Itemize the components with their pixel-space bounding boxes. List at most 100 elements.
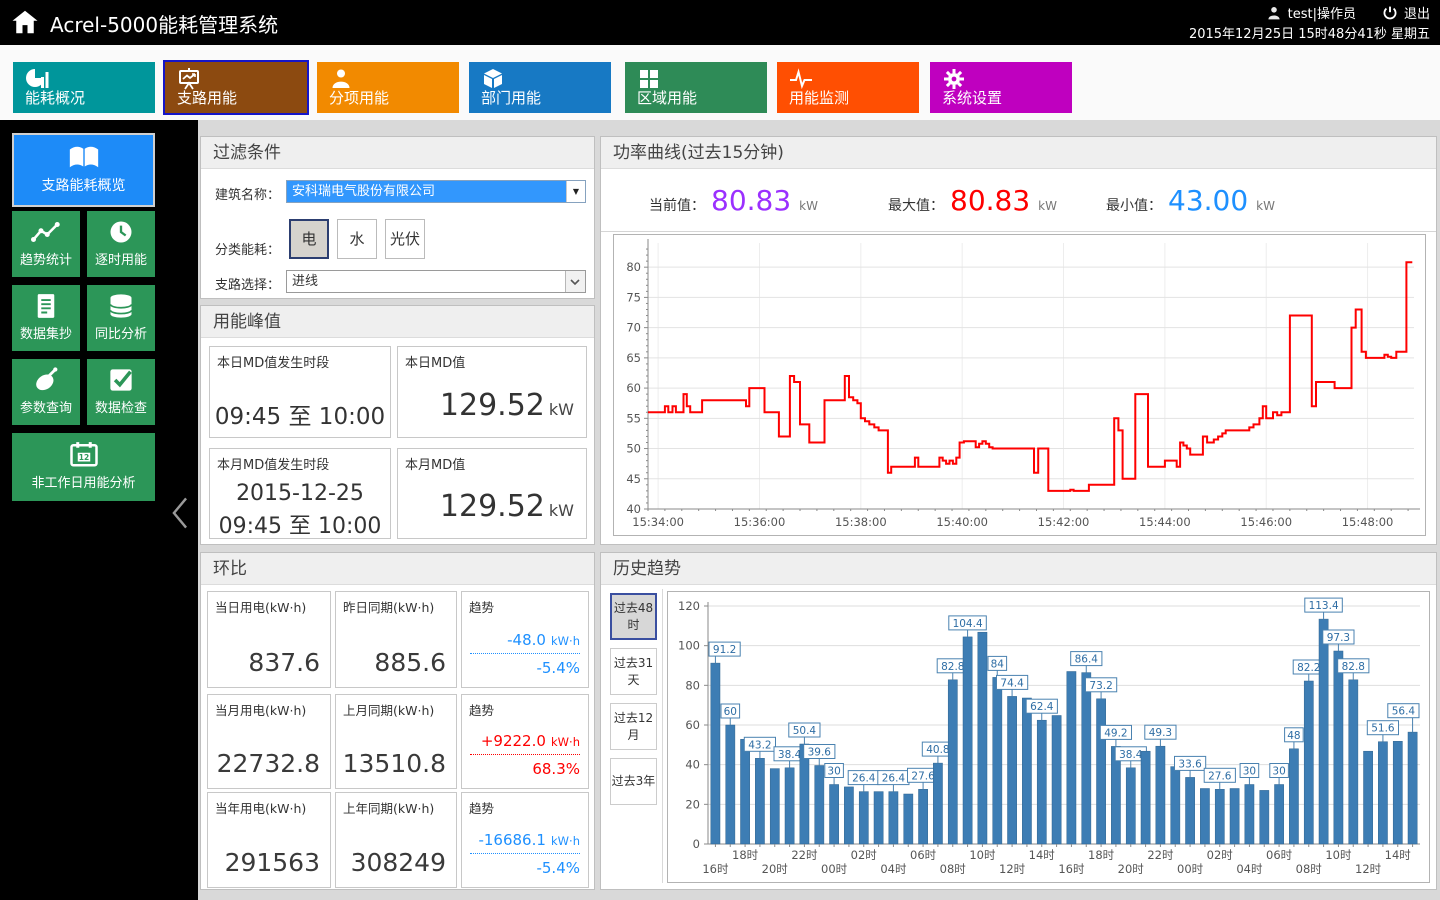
svg-text:40: 40 (626, 502, 641, 516)
branch-select[interactable]: 进线 (286, 270, 586, 293)
tab-subentry-energy[interactable]: 分项用能 (317, 62, 459, 113)
datetime-display: 2015年12月25日 15时48分41秒 星期五 (1189, 23, 1430, 42)
power-stats-row: 当前值： 80.83 kW 最大值： 80.83 kW 最小值： 43.00 k… (601, 170, 1436, 232)
svg-text:70: 70 (626, 321, 641, 335)
trend-label: 趋势 (469, 700, 494, 719)
trend-unit: kW·h (551, 735, 580, 749)
month-md-value-card: 本月MD值 129.52kW (397, 448, 587, 539)
sidebar-item-hourly-energy[interactable]: 逐时用能 (87, 211, 155, 277)
trend-value: -48.0 (507, 631, 546, 649)
svg-text:60: 60 (724, 706, 737, 718)
collapse-sidebar-chevron[interactable] (168, 496, 192, 530)
energy-type-electric-button[interactable]: 电 (289, 219, 329, 259)
day-md-value: 129.52 (440, 388, 545, 423)
svg-text:06时: 06时 (1266, 848, 1293, 862)
svg-text:80: 80 (685, 678, 700, 692)
max-value: 80.83 (950, 184, 1030, 217)
trend-value: +9222.0 (481, 732, 546, 750)
building-dropdown-arrow-icon[interactable]: ▼ (566, 181, 585, 202)
svg-text:22时: 22时 (1147, 848, 1174, 862)
sidebar-item-nonworkday-analysis[interactable]: 12 非工作日用能分析 (12, 433, 155, 501)
trend-card: 趋势-16686.1 kW·h-5.4% (461, 792, 589, 888)
sidebar-item-data-collection[interactable]: 数据集抄 (12, 285, 80, 351)
tab-past-12m[interactable]: 过去12月 (610, 703, 657, 750)
clock-icon (107, 219, 135, 245)
svg-text:16时: 16时 (1058, 862, 1085, 876)
svg-text:60: 60 (685, 718, 700, 732)
svg-text:55: 55 (626, 411, 641, 425)
peak-panel-title: 用能峰值 (201, 306, 594, 338)
svg-text:15:48:00: 15:48:00 (1342, 515, 1394, 529)
user-icon (1266, 5, 1282, 21)
sidebar-item-yoy-analysis[interactable]: 同比分析 (87, 285, 155, 351)
tab-energy-overview[interactable]: 能耗概况 (13, 62, 155, 113)
svg-text:50: 50 (626, 442, 641, 456)
svg-text:26.4: 26.4 (852, 773, 876, 785)
month-md-value: 129.52 (440, 489, 545, 524)
svg-text:65: 65 (626, 351, 641, 365)
energy-type-water-button[interactable]: 水 (337, 219, 377, 259)
tab-area-energy[interactable]: 区域用能 (625, 62, 767, 113)
svg-text:14时: 14时 (1029, 848, 1056, 862)
building-name-combobox[interactable]: 安科瑞电气股份有限公司 ▼ (286, 180, 586, 203)
logout-button[interactable]: 退出 (1404, 3, 1430, 22)
svg-text:16时: 16时 (702, 862, 729, 876)
home-icon[interactable] (10, 7, 40, 37)
main-nav: 能耗概况 支路用能 分项用能 部门用能 (0, 45, 1440, 120)
trend-percent: -5.4% (470, 659, 580, 677)
sidebar-item-parameter-query[interactable]: 参数查询 (12, 359, 80, 425)
svg-text:15:44:00: 15:44:00 (1139, 515, 1191, 529)
usage-card: 当年用电(kW·h)291563 (207, 792, 331, 888)
svg-text:30: 30 (1272, 766, 1285, 778)
day-md-period-label: 本日MD值发生时段 (217, 352, 329, 371)
svg-text:15:38:00: 15:38:00 (835, 515, 887, 529)
svg-text:02时: 02时 (1207, 848, 1234, 862)
tab-system-settings[interactable]: 系统设置 (930, 62, 1072, 113)
svg-text:10时: 10时 (969, 848, 996, 862)
tab-department-energy[interactable]: 部门用能 (469, 62, 611, 113)
svg-text:50.4: 50.4 (793, 725, 817, 737)
power-icon (1382, 5, 1398, 21)
power-curve-panel: 功率曲线(过去15分钟) 当前值： 80.83 kW 最大值： 80.83 kW… (600, 136, 1437, 545)
svg-text:113.4: 113.4 (1309, 600, 1339, 612)
branch-dropdown-arrow-icon[interactable] (565, 271, 585, 292)
trend-separator (470, 853, 580, 854)
trend-detail: +9222.0 kW·h68.3% (470, 731, 580, 778)
sidebar-item-trend-stats[interactable]: 趋势统计 (12, 211, 80, 277)
power-line-chart: 40455055606570758015:34:0015:36:0015:38:… (613, 234, 1426, 536)
month-md-unit: kW (549, 501, 574, 520)
day-md-period-card: 本日MD值发生时段 09:45 至 10:00 (209, 346, 391, 438)
usage-card: 当日用电(kW·h)837.6 (207, 591, 331, 688)
energy-type-pv-button[interactable]: 光伏 (385, 219, 425, 259)
tab-past-31d[interactable]: 过去31天 (610, 648, 657, 695)
tab-past-3y[interactable]: 过去3年 (610, 758, 657, 805)
top-bar: Acrel-5000能耗管理系统 test|操作员 退出 2015年12月25日… (0, 0, 1440, 45)
trend-detail: -16686.1 kW·h-5.4% (470, 830, 580, 877)
power-curve-title: 功率曲线(过去15分钟) (601, 137, 1436, 169)
sidebar-item-branch-overview[interactable]: 支路能耗概览 (12, 133, 155, 207)
logged-in-user[interactable]: test|操作员 (1288, 3, 1356, 22)
trend-unit: kW·h (551, 834, 580, 848)
tab-energy-monitor[interactable]: 用能监测 (777, 62, 919, 113)
app-title: Acrel-5000能耗管理系统 (50, 9, 278, 38)
tab-past-48h[interactable]: 过去48时 (610, 593, 657, 640)
sidebar-item-data-check[interactable]: 数据检查 (87, 359, 155, 425)
previous-period-card: 昨日同期(kW·h)885.6 (335, 591, 457, 688)
svg-text:00时: 00时 (1177, 862, 1204, 876)
svg-text:75: 75 (626, 290, 641, 304)
tab-branch-energy[interactable]: 支路用能 (165, 62, 307, 113)
min-value: 43.00 (1168, 184, 1248, 217)
svg-text:04时: 04时 (1236, 862, 1263, 876)
previous-period-card: 上年同期(kW·h)308249 (335, 792, 457, 888)
history-bar-chart: 02040608010012016时91.26018时43.220时38.422… (667, 591, 1430, 883)
trend-label: 趋势 (469, 798, 494, 817)
previous-period-value: 13510.8 (343, 749, 446, 778)
svg-text:91.2: 91.2 (713, 644, 736, 656)
current-value-stat: 当前值： 80.83 kW (649, 184, 818, 217)
trend-label: 趋势 (469, 597, 494, 616)
trend-percent: -5.4% (470, 859, 580, 877)
previous-period-value: 885.6 (374, 648, 446, 677)
svg-text:38.4: 38.4 (778, 749, 802, 761)
svg-text:82.8: 82.8 (941, 661, 964, 673)
building-name-label: 建筑名称： (215, 184, 280, 203)
